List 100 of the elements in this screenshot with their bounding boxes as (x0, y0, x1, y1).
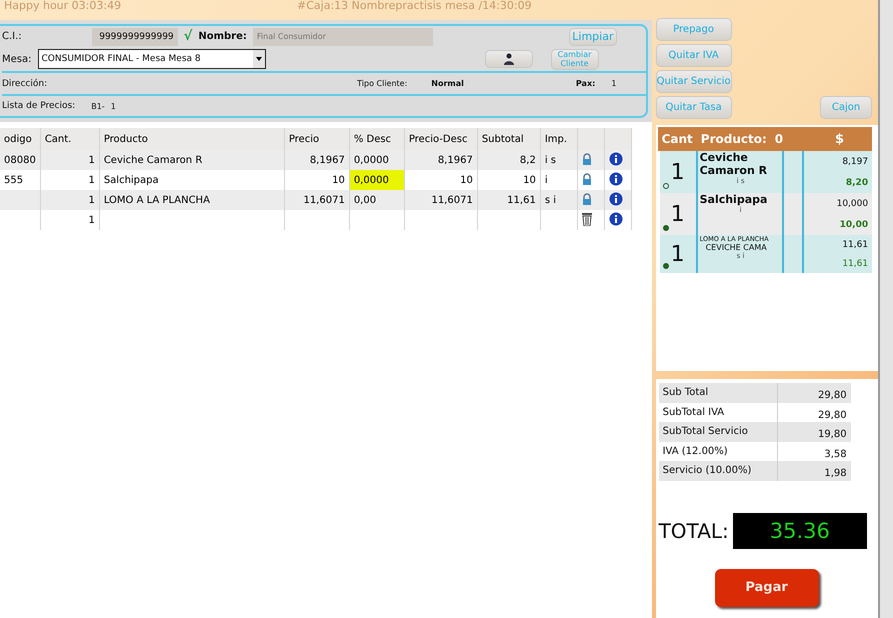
ticket-qty: 1 (670, 160, 685, 184)
table-cell: i (540, 170, 578, 190)
summary-value: 29,80 (818, 410, 847, 421)
table-cell: i s (540, 150, 578, 170)
pax-label: Pax: (576, 79, 596, 88)
clear-button[interactable]: Limpiar (568, 28, 617, 46)
column-header: Subtotal (477, 128, 540, 150)
name-field[interactable]: Final Consumidor (252, 28, 433, 46)
column-header: Precio-Desc (404, 128, 478, 150)
ci-field[interactable]: 9999999999999 (92, 28, 178, 46)
table-cell: 8,2 (477, 150, 540, 170)
name-label: Nombre: (198, 31, 247, 42)
client-type-label: Tipo Cliente: (357, 79, 408, 88)
column-header: % Desc (349, 128, 404, 150)
table-cell (477, 210, 540, 230)
table-cell: 0,0000 (349, 170, 404, 190)
table-cell: 0,0000 (349, 150, 404, 170)
ticket-price: 8,197 (842, 156, 868, 166)
price-list-label: Lista de Precios: (2, 101, 76, 112)
happy-hour-text: Happy hour 03:03:49 (4, 0, 122, 12)
table-cell: 08080 (0, 150, 40, 170)
summary-label: SubTotal IVA (662, 406, 724, 418)
price-list-value: 1 (110, 102, 116, 111)
summary-label: SubTotal Servicio (662, 426, 748, 438)
ci-label: C.I.: (2, 31, 22, 42)
column-header: Precio (284, 128, 350, 150)
table-cell: 1 (40, 150, 100, 170)
total-display: 35.36 (732, 512, 867, 548)
caret-icon (256, 57, 262, 62)
table-cell: LOMO A LA PLANCHA (99, 190, 284, 210)
summary-label: Sub Total (662, 387, 708, 398)
summary-value: 3,58 (824, 448, 847, 460)
table-cell (284, 210, 350, 230)
total-label: TOTAL: (658, 518, 729, 542)
info-icon[interactable] (608, 192, 623, 206)
info-icon[interactable] (608, 152, 623, 166)
table-cell: 555 (0, 170, 40, 190)
ticket-product-name: Salchipapa (700, 193, 768, 206)
padlock-icon[interactable] (582, 192, 592, 204)
ticket-header-count: 0 (774, 132, 784, 146)
side-button[interactable]: Quitar IVA (656, 44, 732, 67)
id-card-button[interactable] (484, 50, 532, 68)
side-button[interactable]: Prepago (656, 18, 732, 41)
ticket-price: 10,000 (836, 198, 868, 208)
padlock-icon[interactable] (582, 172, 592, 184)
column-header: Imp. (540, 128, 578, 150)
summary-label: IVA (12.00%) (662, 446, 728, 457)
ticket-header-qty: Cant (662, 132, 693, 146)
table-cell (0, 190, 40, 210)
table-cell: 8,1967 (284, 150, 350, 170)
ticket-total: 11,61 (842, 258, 868, 268)
ticket-header-product: Producto: (700, 132, 767, 146)
column-header: odigo (0, 128, 40, 150)
table-cell: 10 (477, 170, 540, 190)
ticket-price: 11,61 (842, 240, 868, 250)
table-cell: Salchipapa (99, 170, 284, 190)
check-mark: √ (184, 29, 192, 44)
ticket-product-name: Ceviche Camaron R (700, 151, 768, 177)
ticket-qty: 1 (670, 242, 685, 266)
column-header: Producto (99, 128, 284, 150)
table-cell: Ceviche Camaron R (99, 150, 284, 170)
table-cell: 10 (404, 170, 478, 190)
ticket-total: 8,20 (846, 178, 868, 188)
summary-value: 29,80 (818, 390, 847, 402)
client-type-value: Normal (431, 79, 464, 88)
info-icon[interactable] (608, 212, 623, 226)
table-cell: 1 (40, 190, 100, 210)
ticket-product-name: CEVICHE CAMA (704, 243, 768, 252)
pay-button[interactable]: Pagar (714, 568, 819, 606)
ticket-qty: 1 (670, 202, 685, 226)
pax-value: 1 (611, 79, 616, 88)
padlock-icon[interactable] (582, 152, 592, 164)
column-header: Cant. (40, 128, 100, 150)
table-cell: s i (540, 190, 578, 210)
scrollbar[interactable] (878, 0, 893, 618)
summary-label: Servicio (10.00%) (662, 465, 752, 476)
side-button[interactable]: Quitar Tasa (656, 96, 732, 119)
mesa-dropdown[interactable]: CONSUMIDOR FINAL - Mesa Mesa 8 (38, 49, 266, 70)
info-icon[interactable] (608, 172, 623, 186)
price-list-code: B1- (91, 102, 105, 111)
address-label: Dirección: (2, 78, 48, 89)
table-cell: 0,00 (349, 190, 404, 210)
table-cell: 8,1967 (404, 150, 478, 170)
ticket-header-amount: $ (835, 132, 844, 146)
summary-value: 19,80 (818, 429, 847, 440)
ticket-total: 10,00 (840, 220, 868, 230)
table-cell: 11,6071 (284, 190, 350, 210)
table-cell: 10 (284, 170, 350, 190)
trash-icon[interactable] (582, 212, 592, 226)
table-cell: 11,61 (477, 190, 540, 210)
person-icon (504, 53, 514, 66)
cash-drawer-button[interactable]: Cajon (820, 96, 872, 119)
mesa-label: Mesa: (2, 54, 32, 65)
table-cell: 1 (40, 210, 100, 230)
side-button[interactable]: Quitar Servicio (656, 70, 732, 93)
summary-value: 1,98 (824, 468, 847, 480)
table-cell: 11,6071 (404, 190, 478, 210)
change-client-button[interactable]: Cambiar Cliente (550, 48, 598, 70)
register-info-text: #Caja:13 Nombrepractisis mesa /14:30:09 (297, 0, 532, 12)
table-cell: 1 (40, 170, 100, 190)
